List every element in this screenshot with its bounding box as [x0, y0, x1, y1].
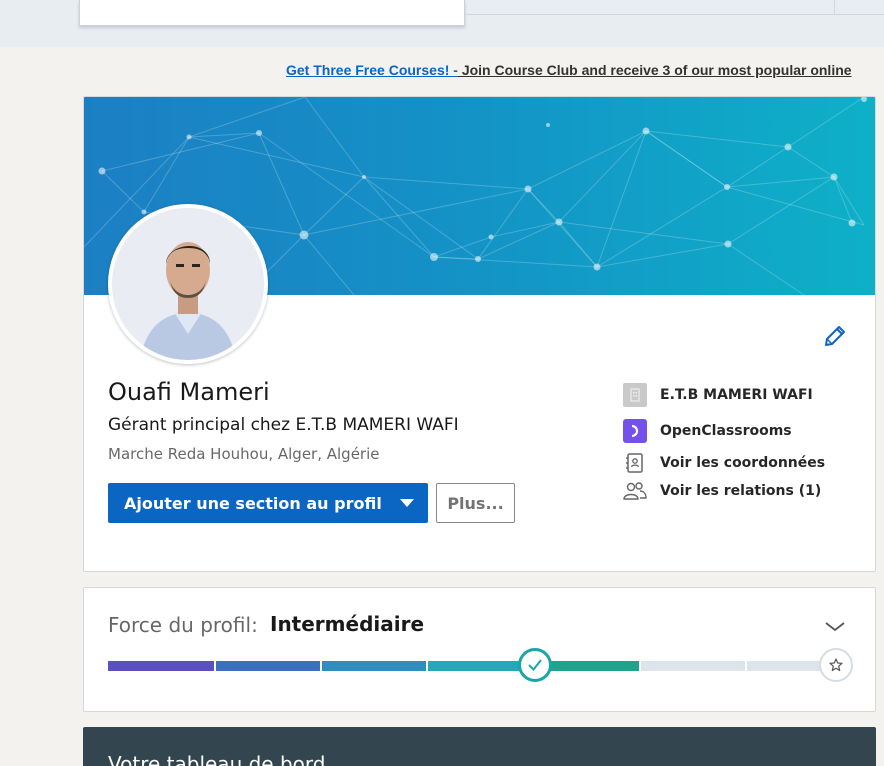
meter-segment	[641, 661, 745, 671]
dashboard-title: Votre tableau de bord	[108, 752, 326, 766]
contact-info-label: Voir les coordonnées	[660, 455, 826, 471]
school-name: OpenClassrooms	[660, 423, 792, 439]
promo-text[interactable]: Join Course Club and receive 3 of our mo…	[458, 62, 852, 78]
more-actions-button[interactable]: Plus...	[436, 483, 515, 523]
current-company-link[interactable]: E.T.B MAMERI WAFI	[623, 383, 813, 407]
promo-link[interactable]: Get Three Free Courses! -	[286, 62, 458, 78]
profile-photo[interactable]	[108, 204, 268, 364]
connections-label: Voir les relations (1)	[660, 483, 822, 499]
school-link[interactable]: OpenClassrooms	[623, 419, 792, 443]
profile-headline: Gérant principal chez E.T.B MAMERI WAFI	[108, 415, 459, 435]
add-profile-section-label: Ajouter une section au profil	[124, 493, 382, 513]
meter-segment	[216, 661, 320, 671]
openclassrooms-logo-icon	[623, 419, 647, 443]
pencil-icon	[825, 326, 845, 346]
dashboard-card: Votre tableau de bord	[83, 727, 876, 766]
search-dropdown-panel[interactable]	[79, 0, 465, 26]
person-photo-illustration	[112, 208, 264, 360]
add-profile-section-button[interactable]: Ajouter une section au profil	[108, 483, 428, 523]
people-icon	[623, 479, 647, 503]
contact-card-icon	[623, 451, 647, 475]
profile-strength-label: Force du profil:	[108, 613, 258, 637]
current-level-marker	[518, 648, 552, 682]
meter-segment	[108, 661, 214, 671]
check-icon	[528, 659, 542, 672]
profile-location: Marche Reda Houhou, Alger, Algérie	[108, 445, 380, 463]
nav-divider	[834, 0, 835, 15]
nav-strip	[465, 0, 884, 15]
chevron-down-icon	[825, 622, 845, 632]
profile-strength-meter	[108, 660, 828, 672]
profile-strength-value: Intermédiaire	[270, 612, 425, 636]
company-logo-icon	[623, 383, 647, 407]
profile-card: Ouafi Mameri Gérant principal chez E.T.B…	[83, 96, 876, 572]
promo-banner: Get Three Free Courses! - Join Course Cl…	[286, 62, 852, 78]
profile-strength-card: Force du profil: Intermédiaire	[83, 587, 876, 712]
expand-strength-button[interactable]	[824, 618, 846, 632]
company-name: E.T.B MAMERI WAFI	[660, 387, 813, 403]
star-icon	[829, 658, 843, 672]
contact-info-link[interactable]: Voir les coordonnées	[623, 451, 825, 475]
meter-segment	[747, 661, 828, 671]
caret-down-icon	[400, 499, 414, 507]
connections-link[interactable]: Voir les relations (1)	[623, 479, 821, 503]
top-navigation-bar	[0, 0, 884, 47]
meter-segment	[428, 661, 532, 671]
edit-profile-button[interactable]	[822, 323, 848, 349]
meter-segment	[322, 661, 426, 671]
profile-name: Ouafi Mameri	[108, 378, 270, 406]
goal-level-marker	[819, 648, 853, 682]
